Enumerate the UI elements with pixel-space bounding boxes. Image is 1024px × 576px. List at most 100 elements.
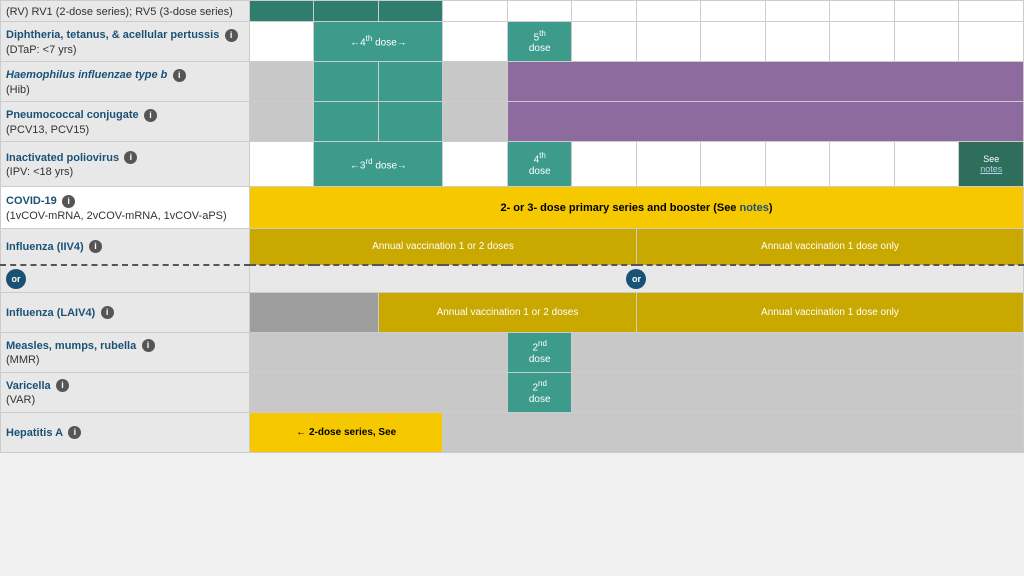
pcv-col4 xyxy=(443,102,508,142)
laiv4-gray xyxy=(249,292,378,332)
laiv4-annual1: Annual vaccination 1 or 2 doses xyxy=(378,292,636,332)
mmr-info-icon[interactable]: i xyxy=(142,339,155,352)
hepa-dose-span: ← 2-dose series, See xyxy=(249,412,443,452)
table-row: Diphtheria, tetanus, & acellular pertuss… xyxy=(1,22,1024,62)
ipv-vaccine-cell: Inactivated poliovirus i (IPV: <18 yrs) xyxy=(1,142,250,187)
hib-info-icon[interactable]: i xyxy=(173,69,186,82)
hib-col4 xyxy=(443,62,508,102)
ipv-see-notes[interactable]: Seenotes xyxy=(959,142,1024,187)
hepa-info-icon[interactable]: i xyxy=(68,426,81,439)
covid-notes-link[interactable]: notes xyxy=(739,202,768,214)
dtap-col4 xyxy=(443,22,508,62)
rv-col9 xyxy=(765,1,830,22)
rv-col11 xyxy=(894,1,959,22)
pcv-purple xyxy=(507,102,1023,142)
table-row: Influenza (LAIV4) i Annual vaccination 1… xyxy=(1,292,1024,332)
var-col6-12 xyxy=(572,372,1024,412)
hepa-vaccine-cell: Hepatitis A i xyxy=(1,412,250,452)
laiv4-vaccine-cell: Influenza (LAIV4) i xyxy=(1,292,250,332)
ipv-col11 xyxy=(894,142,959,187)
or-vaccine-cell: or xyxy=(1,265,250,293)
var-vaccine-cell: Varicella i (VAR) xyxy=(1,372,250,412)
rv-col8 xyxy=(701,1,766,22)
rv-col1 xyxy=(249,1,314,22)
table-row: Pneumococcal conjugate i (PCV13, PCV15) xyxy=(1,102,1024,142)
mmr-link[interactable]: Measles, mumps, rubella xyxy=(6,340,136,352)
dtap-arrow4: ←4th dose→ xyxy=(314,22,443,62)
table-row: Influenza (IIV4) i Annual vaccination 1 … xyxy=(1,229,1024,265)
hib-link[interactable]: Haemophilus influenzae type b xyxy=(6,69,167,81)
table-row: (RV) RV1 (2-dose series); RV5 (3-dose se… xyxy=(1,1,1024,22)
or-span: or xyxy=(249,265,1023,293)
hib-vaccine-cell: Haemophilus influenzae type b i (Hib) xyxy=(1,62,250,102)
table-row: Haemophilus influenzae type b i (Hib) xyxy=(1,62,1024,102)
ipv-col9 xyxy=(765,142,830,187)
vaccine-name-cell: (RV) RV1 (2-dose series); RV5 (3-dose se… xyxy=(1,1,250,22)
hib-col3 xyxy=(378,62,443,102)
iiv4-info-icon[interactable]: i xyxy=(89,240,102,253)
iiv4-vaccine-cell: Influenza (IIV4) i xyxy=(1,229,250,265)
mmr-dose2: 2nddose xyxy=(507,332,572,372)
covid-vaccine-cell: COVID-19 i (1vCOV-mRNA, 2vCOV-mRNA, 1vCO… xyxy=(1,187,250,229)
hib-col5-start xyxy=(507,62,1023,102)
var-sub: (VAR) xyxy=(6,394,35,406)
hepa-link[interactable]: Hepatitis A xyxy=(6,427,63,439)
hib-col2 xyxy=(314,62,379,102)
pcv-info-icon[interactable]: i xyxy=(144,109,157,122)
ipv-col10 xyxy=(830,142,895,187)
iiv4-link[interactable]: Influenza (IIV4) xyxy=(6,241,84,253)
dtap-col7 xyxy=(636,22,701,62)
iiv4-annual1: Annual vaccination 1 or 2 doses xyxy=(249,229,636,265)
ipv-col8 xyxy=(701,142,766,187)
hib-sub: (Hib) xyxy=(6,84,30,96)
pcv-sub: (PCV13, PCV15) xyxy=(6,124,89,136)
mmr-col6-12 xyxy=(572,332,1024,372)
ipv-col4 xyxy=(443,142,508,187)
table-row: COVID-19 i (1vCOV-mRNA, 2vCOV-mRNA, 1vCO… xyxy=(1,187,1024,229)
covid-link[interactable]: COVID-19 xyxy=(6,195,57,207)
covid-sub: (1vCOV-mRNA, 2vCOV-mRNA, 1vCOV-aPS) xyxy=(6,210,227,222)
dtap-info-icon[interactable]: i xyxy=(225,29,238,42)
pcv-col2 xyxy=(314,102,379,142)
pcv-vaccine-cell: Pneumococcal conjugate i (PCV13, PCV15) xyxy=(1,102,250,142)
rv-col10 xyxy=(830,1,895,22)
dtap-col1 xyxy=(249,22,314,62)
ipv-info-icon[interactable]: i xyxy=(124,151,137,164)
pcv-link[interactable]: Pneumococcal conjugate xyxy=(6,109,139,121)
table-row: Hepatitis A i ← 2-dose series, See xyxy=(1,412,1024,452)
rv-col3 xyxy=(378,1,443,22)
dtap-col9 xyxy=(765,22,830,62)
dtap-col11 xyxy=(894,22,959,62)
dtap-col6 xyxy=(572,22,637,62)
pcv-col1 xyxy=(249,102,314,142)
vaccination-schedule-table: (RV) RV1 (2-dose series); RV5 (3-dose se… xyxy=(0,0,1024,453)
ipv-arrow3: ←3rd dose→ xyxy=(314,142,443,187)
var-col1-4 xyxy=(249,372,507,412)
rv-col5 xyxy=(507,1,572,22)
laiv4-annual2: Annual vaccination 1 dose only xyxy=(636,292,1023,332)
dtap-link[interactable]: Diphtheria, tetanus, & acellular pertuss… xyxy=(6,29,219,41)
ipv-sub: (IPV: <18 yrs) xyxy=(6,166,73,178)
ipv-col7 xyxy=(636,142,701,187)
dtap-vaccine-cell: Diphtheria, tetanus, & acellular pertuss… xyxy=(1,22,250,62)
dtap-dose5: 5thdose xyxy=(507,22,572,62)
rv-label: (RV) RV1 (2-dose series); RV5 (3-dose se… xyxy=(6,6,233,18)
var-info-icon[interactable]: i xyxy=(56,379,69,392)
ipv-dose4: 4thdose xyxy=(507,142,572,187)
table-row: Measles, mumps, rubella i (MMR) 2nddose xyxy=(1,332,1024,372)
var-link[interactable]: Varicella xyxy=(6,380,51,392)
hib-col1 xyxy=(249,62,314,102)
laiv4-link[interactable]: Influenza (LAIV4) xyxy=(6,307,95,319)
dtap-col10 xyxy=(830,22,895,62)
mmr-vaccine-cell: Measles, mumps, rubella i (MMR) xyxy=(1,332,250,372)
ipv-link[interactable]: Inactivated poliovirus xyxy=(6,152,119,164)
or-row: or or xyxy=(1,265,1024,293)
mmr-col1-4 xyxy=(249,332,507,372)
covid-span: 2- or 3- dose primary series and booster… xyxy=(249,187,1023,229)
covid-info-icon[interactable]: i xyxy=(62,195,75,208)
dtap-sub: (DTaP: <7 yrs) xyxy=(6,44,77,56)
rv-col4 xyxy=(443,1,508,22)
laiv4-info-icon[interactable]: i xyxy=(101,306,114,319)
or-center-badge: or xyxy=(255,269,1018,289)
mmr-sub: (MMR) xyxy=(6,354,40,366)
